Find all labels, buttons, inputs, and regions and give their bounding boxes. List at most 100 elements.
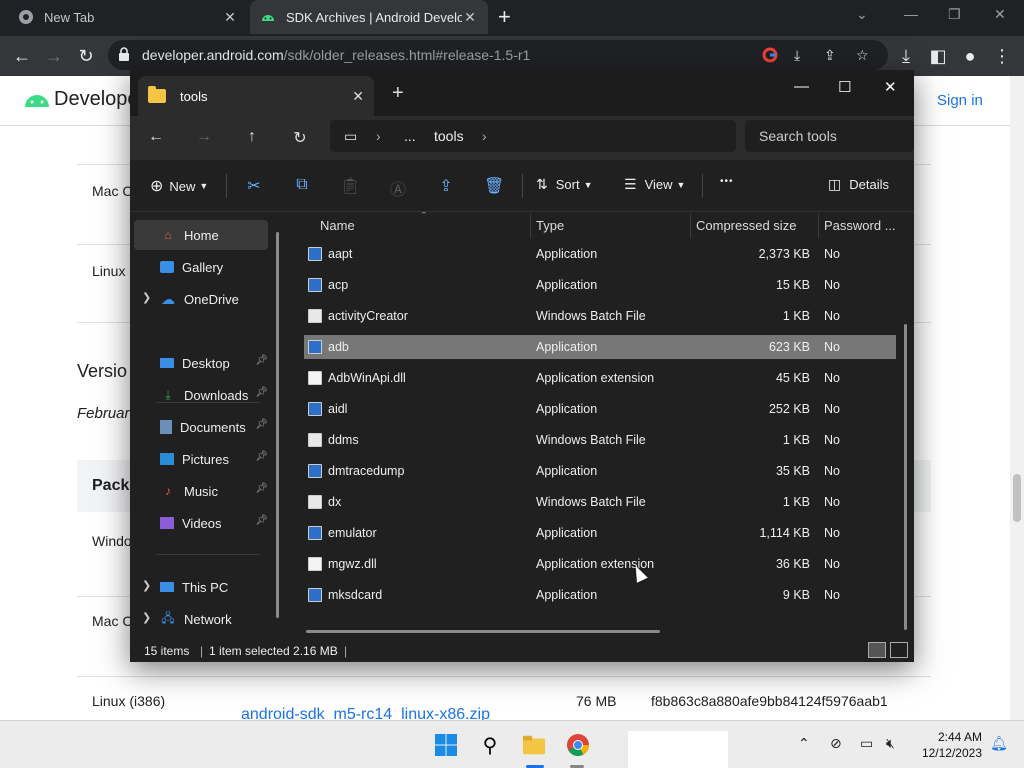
file-row[interactable]: mksdcard Application 9 KB No <box>304 583 896 607</box>
search-input[interactable]: Search tools <box>745 120 914 152</box>
page-scrollbar[interactable] <box>1010 76 1024 720</box>
scrollbar-thumb[interactable] <box>1013 474 1021 522</box>
pin-icon[interactable]: 📌︎ <box>255 451 268 462</box>
chevron-right-icon[interactable]: ❯ <box>142 611 151 624</box>
display-icon[interactable]: ▭ <box>860 735 873 752</box>
close-window-icon[interactable]: ✕ <box>994 6 1006 23</box>
network-off-icon[interactable]: ⊘ <box>830 735 842 752</box>
share-icon[interactable]: ⇪ <box>436 176 456 196</box>
new-tab-button[interactable]: + <box>498 5 511 29</box>
sidebar-item-network[interactable]: ❯ 🖧︎ Network <box>134 604 268 634</box>
file-row[interactable]: dx Windows Batch File 1 KB No <box>304 490 896 514</box>
sidebar-item-music[interactable]: ♪ Music 📌︎ <box>134 476 268 506</box>
sidebar-item-onedrive[interactable]: ❯ ☁ OneDrive <box>134 284 268 314</box>
column-divider[interactable] <box>530 214 531 238</box>
breadcrumb[interactable]: ▭ › ... tools › <box>330 120 736 152</box>
details-button[interactable]: ◫ Details <box>828 176 889 193</box>
see-more-button[interactable]: ••• <box>720 176 734 187</box>
file-row[interactable]: emulator Application 1,114 KB No <box>304 521 896 545</box>
file-row[interactable]: ddms Windows Batch File 1 KB No <box>304 428 896 452</box>
bookmark-star-icon[interactable]: ☆ <box>856 47 869 64</box>
new-button[interactable]: ⊕ New ▼ <box>150 176 208 196</box>
file-row[interactable]: mgwz.dll Application extension 36 KB No <box>304 552 896 576</box>
forward-icon[interactable]: → <box>42 44 66 68</box>
chrome-taskbar-icon[interactable] <box>566 733 590 757</box>
file-list-hscrollbar[interactable] <box>306 630 660 633</box>
sidebar-item-downloads[interactable]: ⤓ Downloads 📌︎ <box>134 380 268 410</box>
sidebar-item-home[interactable]: ⌂ Home <box>134 220 268 250</box>
browser-tab-sdk-archives[interactable]: SDK Archives | Android Develop ✕ <box>250 0 488 34</box>
volume-muted-icon[interactable]: 🔇︎ <box>886 735 895 752</box>
install-app-icon[interactable]: ⤓ <box>794 47 800 64</box>
maximize-icon[interactable]: ☐ <box>838 78 851 96</box>
tab-search-icon[interactable]: ⌄ <box>856 6 868 23</box>
up-icon[interactable]: ↑ <box>242 128 262 146</box>
share-icon[interactable]: ⇪ <box>824 47 836 64</box>
close-window-icon[interactable]: ✕ <box>884 78 897 96</box>
chevron-right-icon[interactable]: › <box>376 128 381 144</box>
copy-icon[interactable]: ⧉ <box>292 176 312 194</box>
close-tab-icon[interactable]: ✕ <box>462 9 478 26</box>
chevron-up-icon[interactable]: ⌃ <box>798 735 810 752</box>
search-icon[interactable]: ⚲ <box>478 733 502 757</box>
column-header-type[interactable]: Type <box>536 218 564 233</box>
side-panel-icon[interactable]: ◧ <box>926 44 950 68</box>
sidebar-item-documents[interactable]: Documents 📌︎ <box>134 412 268 442</box>
file-list-scrollbar[interactable] <box>904 324 907 630</box>
sign-in-link[interactable]: Sign in <box>937 92 983 109</box>
back-icon[interactable]: ← <box>146 128 166 146</box>
downloads-icon[interactable]: ⤓ <box>894 44 918 68</box>
file-row[interactable]: adb Application 623 KB No <box>304 335 896 359</box>
sidebar-item-this-pc[interactable]: ❯ This PC <box>134 572 268 602</box>
pin-icon[interactable]: 📌︎ <box>255 419 268 430</box>
sidebar-item-videos[interactable]: Videos 📌︎ <box>134 508 268 538</box>
download-link[interactable]: android-sdk_m5-rc14_linux-x86.zip <box>241 706 490 720</box>
close-tab-icon[interactable]: ✕ <box>222 9 238 26</box>
system-clock[interactable]: 2:44 AM 12/12/2023 <box>910 729 982 761</box>
sidebar-scrollbar[interactable] <box>276 232 279 618</box>
menu-icon[interactable]: ⋮ <box>990 44 1014 68</box>
details-view-button[interactable] <box>868 642 886 658</box>
refresh-icon[interactable]: ↻ <box>290 128 310 148</box>
google-lens-icon[interactable] <box>762 47 778 66</box>
chevron-right-icon[interactable]: › <box>482 128 487 144</box>
file-row[interactable]: aapt Application 2,373 KB No <box>304 242 896 266</box>
cut-icon[interactable]: ✂ <box>244 176 264 196</box>
file-row[interactable]: aidl Application 252 KB No <box>304 397 896 421</box>
reload-icon[interactable]: ↻ <box>74 44 98 68</box>
column-header-compressed-size[interactable]: Compressed size <box>696 218 796 233</box>
file-explorer-taskbar-icon[interactable] <box>522 733 546 757</box>
column-header-name[interactable]: Name <box>320 218 355 233</box>
pin-icon[interactable]: 📌︎ <box>255 387 268 398</box>
paste-icon[interactable]: 📋︎ <box>340 176 360 196</box>
sidebar-item-gallery[interactable]: Gallery <box>134 252 268 282</box>
start-button[interactable] <box>434 733 458 757</box>
breadcrumb-tools[interactable]: tools <box>434 128 464 144</box>
chevron-right-icon[interactable]: ❯ <box>142 579 151 592</box>
delete-icon[interactable]: 🗑︎ <box>484 176 504 196</box>
site-logo[interactable]: Develope <box>24 88 139 111</box>
column-divider[interactable] <box>818 214 819 238</box>
new-tab-button[interactable]: + <box>392 82 404 105</box>
minimize-icon[interactable]: — <box>794 78 809 95</box>
column-divider[interactable] <box>690 214 691 238</box>
this-pc-icon[interactable]: ▭ <box>344 128 357 145</box>
file-row[interactable]: dmtracedump Application 35 KB No <box>304 459 896 483</box>
browser-tab-new-tab[interactable]: New Tab ✕ <box>8 0 248 34</box>
pin-icon[interactable]: 📌︎ <box>255 355 268 366</box>
file-row[interactable]: acp Application 15 KB No <box>304 273 896 297</box>
rename-icon[interactable]: Ⓐ <box>388 176 408 200</box>
minimize-icon[interactable]: — <box>904 6 918 22</box>
view-button[interactable]: ☰ View ▼ <box>624 176 685 193</box>
explorer-tab[interactable]: tools ✕ <box>138 76 374 116</box>
sidebar-item-pictures[interactable]: Pictures 📌︎ <box>134 444 268 474</box>
sidebar-item-desktop[interactable]: Desktop 📌︎ <box>134 348 268 378</box>
close-tab-icon[interactable]: ✕ <box>352 88 364 105</box>
pin-icon[interactable]: 📌︎ <box>255 515 268 526</box>
restore-icon[interactable]: ❐ <box>948 6 961 23</box>
sort-button[interactable]: ⇅ Sort ▼ <box>536 176 593 193</box>
profile-icon[interactable]: ● <box>958 44 982 68</box>
column-header-password[interactable]: Password ... <box>824 218 896 233</box>
tiles-view-button[interactable] <box>890 642 908 658</box>
notification-bell-icon[interactable]: 🔔︎ <box>990 735 1008 752</box>
